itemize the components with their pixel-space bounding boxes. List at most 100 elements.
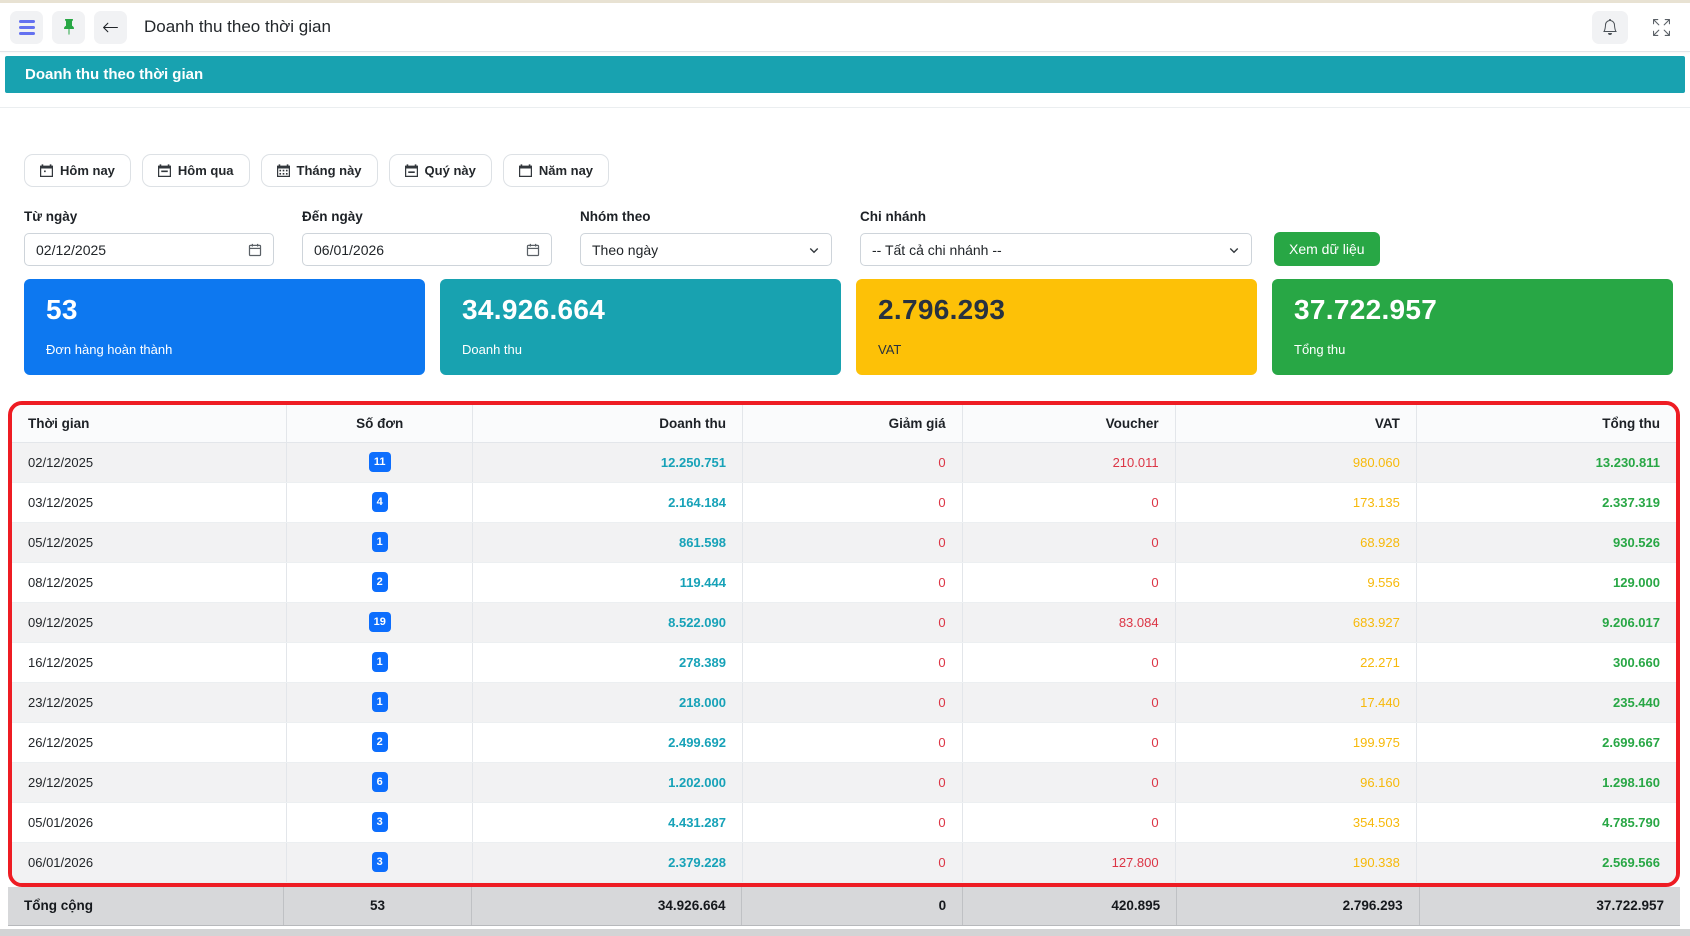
table-row: 09/12/2025 19 8.522.090 0 83.084 683.927 9.206… [12,602,1676,643]
cell-date: 23/12/2025 [12,682,288,723]
quick-filters: Hôm nay Hôm qua Tháng này Quý này Năm na… [24,154,1666,187]
cell-date: 26/12/2025 [12,722,288,763]
from-date-input[interactable]: 02/12/2025 [24,233,274,266]
order-count-badge: 3 [371,852,388,872]
cell-voucher: 0 [962,802,1176,843]
cell-voucher: 0 [962,682,1176,723]
notifications-button[interactable] [1592,10,1628,44]
table-row: 06/01/2026 3 2.379.228 0 127.800 190.338 2.569… [12,842,1676,883]
totals-row: Tổng cộng 53 34.926.664 0 420.895 2.796.… [8,886,1680,926]
cell-vat: 9.556 [1175,562,1417,603]
page-title: Doanh thu theo thời gian [144,17,331,36]
cell-total: 2.569.566 [1416,842,1676,883]
quick-filter-today[interactable]: Hôm nay [24,154,131,187]
quick-filter-this-year[interactable]: Năm nay [502,154,610,187]
cell-orders: 1 [286,642,474,683]
cell-voucher: 0 [962,522,1176,563]
window-bottom-edge [0,929,1690,936]
cell-revenue: 1.202.000 [472,762,743,803]
card-label: Tổng thu [1294,342,1346,357]
card-label: VAT [878,342,902,357]
table-row: 08/12/2025 2 119.444 0 0 9.556 129.000 [12,562,1676,603]
cell-date: 02/12/2025 [12,442,288,483]
cell-revenue: 2.379.228 [472,842,743,883]
cell-total: 2.337.319 [1416,482,1676,523]
cell-vat: 683.927 [1175,602,1417,643]
cell-discount: 0 [742,722,963,763]
group-by-select[interactable]: Theo ngày [580,233,832,266]
cell-orders: 1 [286,682,474,723]
column-header-time[interactable]: Thời gian [12,405,288,443]
column-header-total[interactable]: Tổng thu [1416,405,1676,443]
cell-orders: 19 [286,602,474,643]
summary-card-completed-orders: 53 Đơn hàng hoàn thành [24,279,425,375]
branch-select[interactable]: -- Tất cả chi nhánh -- [860,233,1252,266]
cell-revenue: 4.431.287 [472,802,743,843]
annotation-red-box: Thời gian Số đơn Doanh thu Giảm giá Vouc… [8,401,1680,887]
totals-orders: 53 [283,886,472,926]
table-header-row: Thời gian Số đơn Doanh thu Giảm giá Vouc… [12,405,1676,443]
quick-filter-this-quarter[interactable]: Quý này [388,154,492,187]
card-label: Doanh thu [462,342,522,357]
quick-filter-this-month[interactable]: Tháng này [260,154,378,187]
summary-cards: 53 Đơn hàng hoàn thành 34.926.664 Doanh … [0,279,1690,375]
quick-filter-label: Tháng này [296,163,362,178]
cell-orders: 2 [286,722,474,763]
cell-orders: 3 [286,842,474,883]
cell-total: 235.440 [1416,682,1676,723]
group-by-label: Nhóm theo [580,209,651,224]
to-date-value: 06/01/2026 [314,241,385,258]
calendar-icon [276,164,290,177]
back-button[interactable] [94,10,127,44]
cell-discount: 0 [742,642,963,683]
cell-voucher: 0 [962,642,1176,683]
table-row: 03/12/2025 4 2.164.184 0 0 173.135 2.337.319 [12,482,1676,523]
column-header-orders[interactable]: Số đơn [286,405,474,443]
order-count-badge: 1 [371,692,388,712]
card-value: 53 [46,294,78,325]
card-value: 34.926.664 [462,294,606,325]
cell-date: 29/12/2025 [12,762,288,803]
cell-revenue: 8.522.090 [472,602,743,643]
cell-total: 2.699.667 [1416,722,1676,763]
cell-total: 1.298.160 [1416,762,1676,803]
quick-filter-yesterday[interactable]: Hôm qua [141,154,250,187]
calendar-icon [526,243,540,256]
column-header-vat[interactable]: VAT [1175,405,1417,443]
cell-revenue: 278.389 [472,642,743,683]
summary-card-total: 37.722.957 Tổng thu [1272,279,1673,375]
menu-button[interactable] [10,10,43,44]
table-row: 16/12/2025 1 278.389 0 0 22.271 300.660 [12,642,1676,683]
cell-revenue: 2.164.184 [472,482,743,523]
cell-discount: 0 [742,562,963,603]
quick-filter-label: Hôm qua [177,163,234,178]
fullscreen-button[interactable] [1646,12,1676,42]
to-date-input[interactable]: 06/01/2026 [302,233,552,266]
column-header-revenue[interactable]: Doanh thu [472,405,743,443]
pin-button[interactable] [52,10,85,44]
totals-voucher: 420.895 [962,886,1178,926]
view-data-button[interactable]: Xem dữ liệu [1274,232,1380,266]
bell-icon [1603,19,1617,35]
cell-orders: 11 [286,442,474,483]
cell-total: 300.660 [1416,642,1676,683]
quick-filter-label: Hôm nay [60,163,115,178]
column-header-discount[interactable]: Giảm giá [742,405,963,443]
filter-form: Từ ngày 02/12/2025 Đến ngày 06/01/2026 N… [24,209,1666,266]
cell-vat: 190.338 [1175,842,1417,883]
cell-voucher: 0 [962,762,1176,803]
calendar-icon [40,164,53,177]
totals-total: 37.722.957 [1419,886,1680,926]
pin-icon [63,19,74,35]
calendar-icon [518,164,532,177]
group-by-value: Theo ngày [592,241,659,258]
cell-voucher: 0 [962,722,1176,763]
column-header-voucher[interactable]: Voucher [962,405,1176,443]
totals-discount: 0 [741,886,964,926]
card-value: 37.722.957 [1294,294,1438,325]
cell-vat: 96.160 [1175,762,1417,803]
cell-total: 13.230.811 [1416,442,1676,483]
cell-revenue: 218.000 [472,682,743,723]
totals-vat: 2.796.293 [1176,886,1420,926]
cell-vat: 68.928 [1175,522,1417,563]
